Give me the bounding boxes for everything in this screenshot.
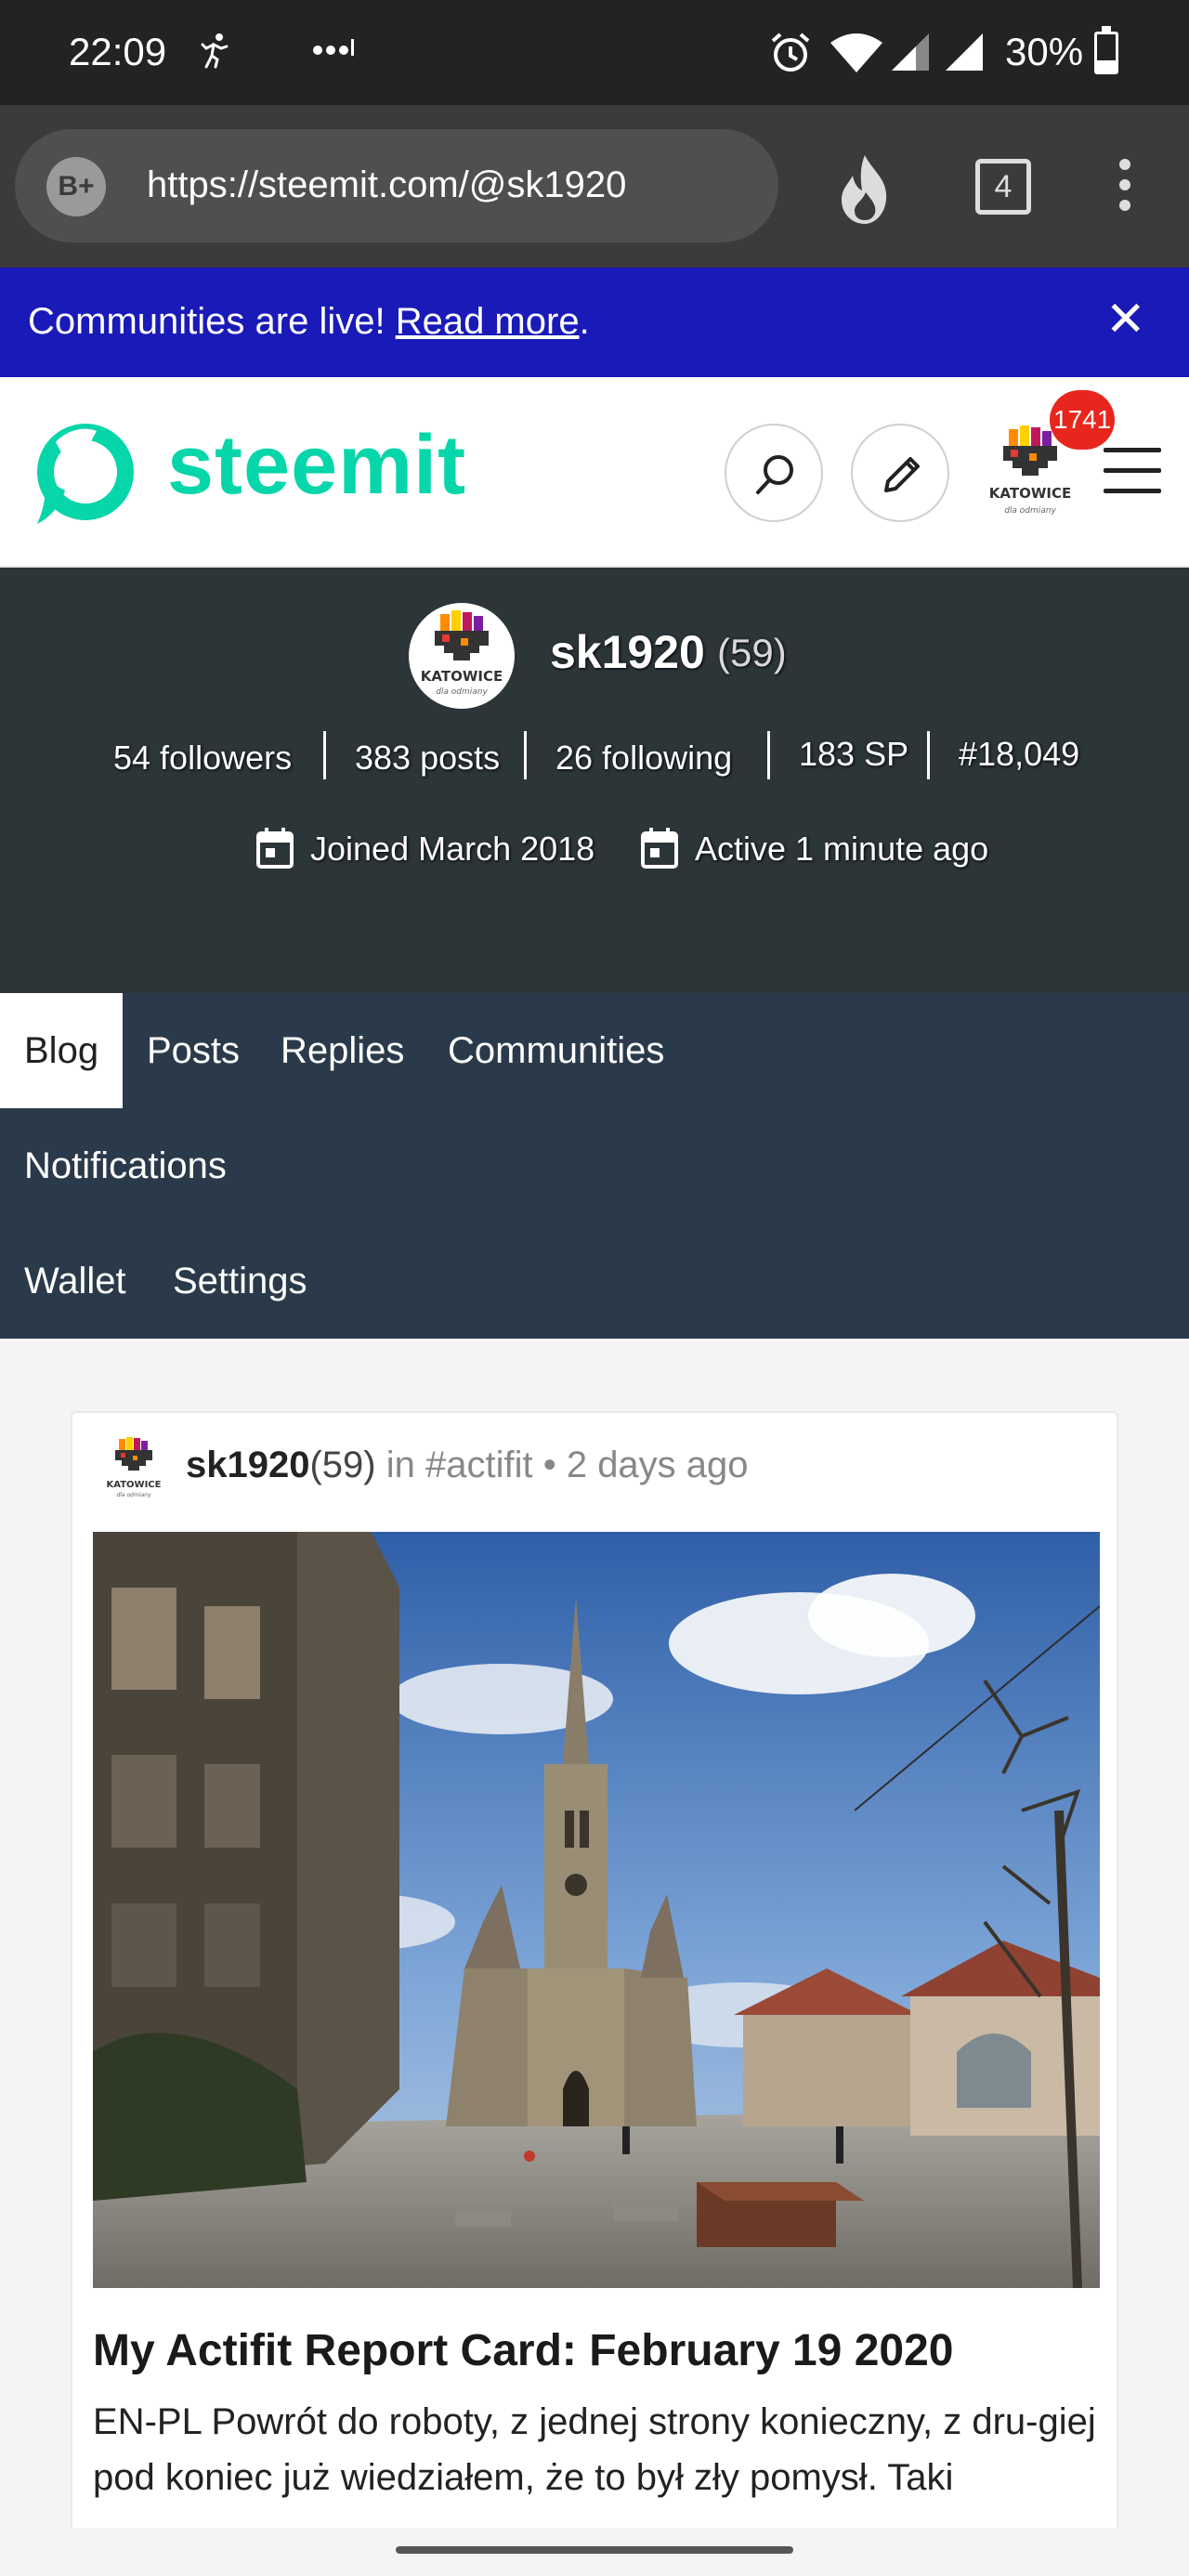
tab-communities[interactable]: Communities [424, 993, 688, 1108]
profile-username: sk1920 [550, 626, 705, 678]
post-excerpt[interactable]: EN-PL Powrót do roboty, z jednej strony … [93, 2394, 1100, 2505]
svg-text:KATOWICE: KATOWICE [107, 1480, 162, 1490]
read-more-link[interactable]: Read more [396, 301, 580, 342]
clock: 22:09 [69, 30, 167, 73]
tab-blog[interactable]: Blog [0, 993, 124, 1108]
status-bar: 22:09 30% [0, 0, 1189, 105]
post-timestamp[interactable]: 2 days ago [567, 1445, 749, 1485]
flame-icon[interactable] [832, 151, 897, 226]
posts-count: 383 posts [355, 739, 501, 777]
following-count[interactable]: 26 following [555, 739, 732, 778]
joined-date: Joined March 2018 [310, 830, 595, 868]
signal-icon [944, 32, 986, 72]
stat-divider [927, 731, 930, 779]
post-author-reputation: (59) [309, 1445, 376, 1485]
steem-power: 183 SP [799, 735, 909, 773]
calendar-icon [641, 826, 678, 869]
svg-text:dla odmiany: dla odmiany [1004, 506, 1056, 516]
tabs-icon[interactable]: 4 [975, 159, 1031, 215]
svg-text:dla odmiany: dla odmiany [436, 687, 488, 697]
url-text[interactable]: https://steemit.com/@sk1920 [147, 164, 626, 206]
tab-replies[interactable]: Replies [256, 993, 428, 1108]
brand-name[interactable]: steemit [167, 418, 466, 514]
battery-icon [1094, 26, 1118, 74]
b-plus-icon[interactable]: B+ [46, 157, 106, 216]
post-title[interactable]: My Actifit Report Card: February 19 2020 [93, 2325, 953, 2376]
post-community-link[interactable]: #actifit [425, 1445, 533, 1485]
notification-badge[interactable]: 1741 [1050, 390, 1116, 450]
close-icon[interactable]: ✕ [1105, 292, 1146, 347]
tab-settings[interactable]: Settings [149, 1223, 332, 1339]
tab-notifications[interactable]: Notifications [0, 1108, 251, 1223]
stat-divider [323, 731, 326, 779]
followers-count[interactable]: 54 followers [113, 739, 292, 778]
post-author-avatar[interactable]: KATOWICE dla odmiany [98, 1433, 169, 1504]
announcement-banner: Communities are live! Read more. ✕ [0, 268, 1189, 377]
home-indicator[interactable] [396, 2546, 793, 2554]
hamburger-menu-icon[interactable] [1104, 448, 1161, 494]
battery-percent: 30% [1005, 30, 1084, 73]
profile-reputation: (59) [717, 631, 787, 674]
tab-posts[interactable]: Posts [123, 993, 264, 1108]
search-button[interactable] [725, 424, 823, 522]
profile-header: KATOWICE dla odmiany sk1920 (59) 54 foll… [0, 568, 1189, 993]
svg-text:dla odmiany: dla odmiany [116, 1492, 151, 1498]
post-card[interactable]: KATOWICE dla odmiany sk1920(59) in #acti… [71, 1411, 1118, 2576]
profile-stats: 54 followers 383 posts 26 following 183 … [0, 731, 1189, 787]
stat-divider [767, 731, 770, 779]
avatar-caption: KATOWICE [989, 485, 1071, 502]
address-bar[interactable]: B+ https://steemit.com/@sk1920 [15, 129, 778, 242]
site-header: steemit KATOWICE dla odmiany 1741 [0, 377, 1189, 568]
last-active: Active 1 minute ago [695, 830, 989, 868]
alarm-icon [769, 32, 812, 74]
profile-avatar: KATOWICE dla odmiany [409, 603, 515, 709]
pencil-icon [884, 457, 920, 492]
search-icon [756, 455, 793, 494]
blog-feed: KATOWICE dla odmiany sk1920(59) in #acti… [0, 1339, 1189, 2576]
kebab-menu-icon[interactable] [1111, 159, 1139, 218]
profile-tabs: Blog Posts Replies Communities Notificat… [0, 993, 1189, 1339]
gesture-bar[interactable] [0, 2528, 1189, 2576]
browser-toolbar: B+ https://steemit.com/@sk1920 4 [0, 105, 1189, 268]
tab-wallet[interactable]: Wallet [0, 1223, 150, 1339]
more-dots-icon [310, 26, 357, 72]
calendar-icon [256, 826, 294, 869]
profile-dates: Joined March 2018 Active 1 minute ago [0, 824, 1189, 880]
running-icon [197, 32, 230, 77]
stat-divider [524, 731, 527, 779]
post-author[interactable]: sk1920 [186, 1445, 309, 1485]
signal-icon [890, 32, 933, 72]
post-thumbnail[interactable] [93, 1532, 1100, 2288]
wifi-icon [829, 32, 884, 74]
steemit-logo-icon[interactable] [28, 414, 137, 528]
svg-text:KATOWICE: KATOWICE [421, 668, 503, 685]
rank: #18,049 [959, 735, 1080, 773]
post-meta: sk1920(59) in #actifit • 2 days ago [186, 1445, 749, 1485]
compose-button[interactable] [851, 424, 949, 522]
announcement-text: Communities are live! Read more. [28, 301, 590, 342]
